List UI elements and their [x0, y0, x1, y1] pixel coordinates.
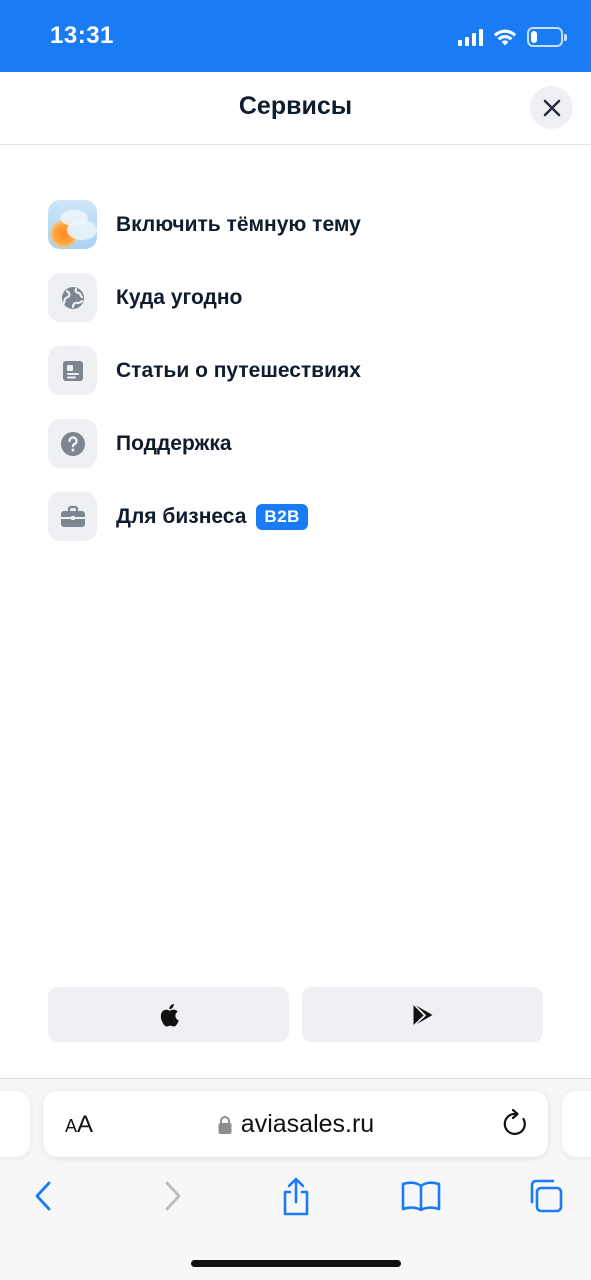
share-button[interactable]	[278, 1174, 314, 1218]
bookmarks-icon	[401, 1181, 441, 1212]
menu-item-articles[interactable]: Статьи о путешествиях	[48, 334, 548, 407]
google-play-button[interactable]	[302, 987, 543, 1042]
services-menu: Включить тёмную тему Куда угодно Статьи …	[48, 188, 548, 553]
sun-cloud-icon	[48, 200, 97, 249]
browser-toolbar: AA aviasales.ru	[0, 1078, 591, 1280]
lock-icon	[218, 1115, 232, 1134]
article-icon	[48, 346, 97, 395]
wifi-icon	[493, 29, 517, 46]
app-store-button[interactable]	[48, 987, 289, 1042]
home-indicator[interactable]	[191, 1260, 401, 1267]
menu-item-label: Включить тёмную тему	[116, 212, 361, 236]
previous-tab-preview[interactable]	[0, 1091, 30, 1157]
google-play-icon	[412, 1002, 432, 1027]
forward-button[interactable]	[160, 1174, 186, 1218]
back-button[interactable]	[28, 1174, 58, 1218]
apple-icon	[160, 1003, 179, 1027]
menu-item-support[interactable]: Поддержка	[48, 407, 548, 480]
close-button[interactable]	[530, 86, 573, 129]
tabs-icon	[530, 1179, 563, 1213]
globe-icon	[48, 273, 97, 322]
menu-item-label: Для бизнеса	[116, 504, 247, 528]
menu-item-label: Куда угодно	[116, 285, 243, 309]
bookmarks-button[interactable]	[400, 1174, 442, 1218]
menu-item-label: Поддержка	[116, 431, 232, 455]
next-tab-preview[interactable]	[562, 1091, 591, 1157]
url-text: aviasales.ru	[240, 1110, 375, 1138]
status-icons	[458, 26, 567, 48]
forward-icon	[165, 1181, 181, 1211]
modal-header: Сервисы	[0, 72, 591, 145]
question-icon	[48, 419, 97, 468]
status-time: 13:31	[50, 22, 114, 49]
share-icon	[283, 1177, 309, 1216]
back-icon	[35, 1181, 51, 1211]
tabs-button[interactable]	[526, 1174, 566, 1218]
b2b-badge: B2B	[256, 503, 308, 530]
page-title: Сервисы	[238, 92, 353, 120]
browser-nav-toolbar	[0, 1174, 591, 1218]
cellular-signal-icon	[458, 28, 483, 46]
menu-item-business[interactable]: Для бизнеса B2B	[48, 480, 548, 553]
menu-item-anywhere[interactable]: Куда угодно	[48, 261, 548, 334]
address-bar[interactable]: AA aviasales.ru	[43, 1091, 548, 1157]
status-bar: 13:31	[0, 0, 591, 72]
briefcase-icon	[48, 492, 97, 541]
menu-item-dark-theme[interactable]: Включить тёмную тему	[48, 188, 548, 261]
battery-level	[531, 31, 537, 43]
battery-icon	[527, 27, 567, 47]
url-container: aviasales.ru	[43, 1110, 548, 1139]
menu-item-label: Статьи о путешествиях	[116, 358, 361, 382]
close-icon	[543, 99, 560, 116]
reload-icon[interactable]	[502, 1109, 530, 1139]
